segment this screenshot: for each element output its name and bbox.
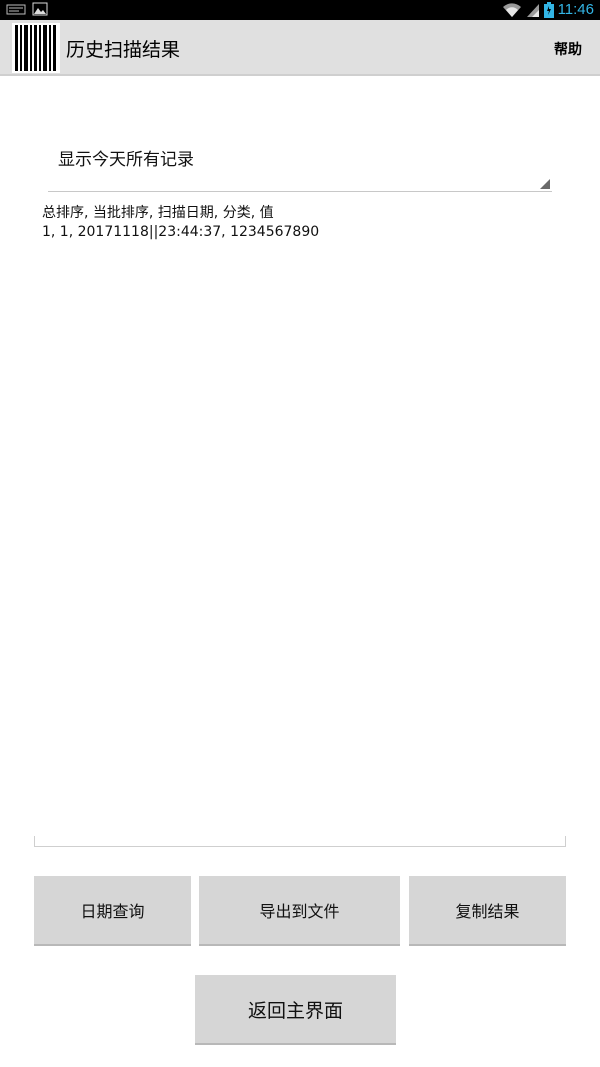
results-text: 总排序, 当批排序, 扫描日期, 分类, 值 1, 1, 20171118||2… — [42, 204, 562, 242]
export-to-file-button[interactable]: 导出到文件 — [199, 876, 400, 946]
date-filter-dropdown[interactable]: 显示今天所有记录 — [48, 120, 552, 192]
date-query-button[interactable]: 日期查询 — [34, 876, 191, 946]
back-to-main-button[interactable]: 返回主界面 — [195, 975, 396, 1045]
action-bar: 历史扫描结果 帮助 — [0, 20, 600, 76]
copy-results-button[interactable]: 复制结果 — [409, 876, 566, 946]
barcode-icon[interactable] — [12, 23, 60, 73]
signal-icon — [526, 3, 539, 17]
status-bar: 11:46 — [0, 0, 600, 20]
status-right-icons: 11:46 — [502, 1, 594, 18]
notification-icon — [6, 4, 26, 15]
dropdown-selected-value: 显示今天所有记录 — [58, 150, 194, 170]
battery-icon — [543, 1, 554, 18]
status-left-icons — [6, 2, 48, 16]
result-row: 1, 1, 20171118||23:44:37, 1234567890 — [42, 224, 320, 240]
results-area-border — [34, 836, 566, 847]
wifi-icon — [502, 2, 521, 17]
results-header: 总排序, 当批排序, 扫描日期, 分类, 值 — [42, 205, 274, 221]
page-title: 历史扫描结果 — [66, 39, 181, 61]
dropdown-arrow-icon — [540, 179, 550, 189]
help-button[interactable]: 帮助 — [554, 39, 582, 59]
image-icon — [32, 2, 48, 16]
clock: 11:46 — [557, 1, 594, 18]
